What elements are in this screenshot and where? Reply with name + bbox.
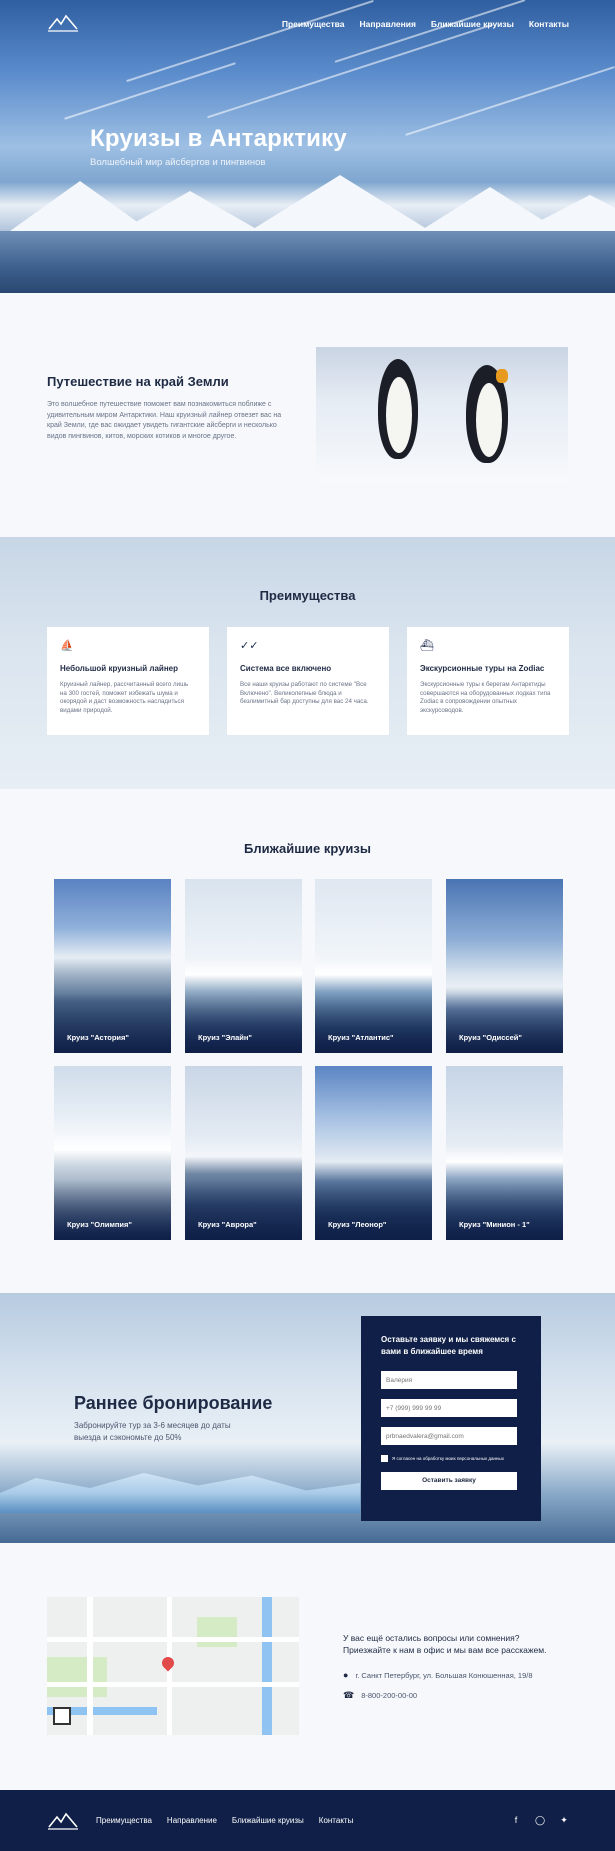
check-icon: ✓✓ (240, 640, 259, 652)
cruise-name: Круиз "Минион - 1" (459, 1220, 530, 1229)
advantage-card: ✓✓ Система все включено Все наши круизы … (227, 627, 389, 735)
map-pin-icon (159, 1654, 177, 1672)
qr-code-icon (53, 1707, 71, 1725)
name-input[interactable] (381, 1371, 517, 1389)
social-links: f ◯ ✦ (511, 1815, 569, 1826)
form-title: Оставьте заявку и мы свяжемся с вами в б… (381, 1335, 516, 1356)
cruise-card[interactable]: Круиз "Астория" (54, 879, 171, 1053)
cruise-card[interactable]: Круиз "Аврора" (185, 1066, 302, 1240)
footer-nav-cruises[interactable]: Ближайшие круизы (232, 1816, 304, 1825)
booking-section: Раннее бронирование Забронируйте тур за … (0, 1293, 615, 1543)
advantage-title: Система все включено (240, 664, 332, 673)
advantage-text: Круизный лайнер, рассчитанный всего лишь… (60, 681, 189, 714)
submit-button[interactable]: Оставить заявку (381, 1472, 517, 1490)
footer: Преимущества Направление Ближайшие круиз… (0, 1790, 615, 1851)
facebook-icon[interactable]: f (511, 1815, 521, 1826)
penguins-image (316, 347, 568, 482)
twitter-icon[interactable]: ✦ (559, 1815, 569, 1826)
cruise-card[interactable]: Круиз "Атлантис" (315, 879, 432, 1053)
nav-contacts[interactable]: Контакты (529, 19, 569, 29)
advantage-text: Все наши круизы работают по системе "Все… (240, 681, 369, 706)
instagram-icon[interactable]: ◯ (535, 1815, 545, 1826)
cruise-card[interactable]: Круиз "Элайн" (185, 879, 302, 1053)
intro-text: Это волшебное путешествие поможет вам по… (47, 401, 282, 440)
advantage-card: ⛴ Экскурсионные туры на Zodiac Экскурсио… (407, 627, 569, 735)
consent-row: Я согласен на обработку моих персональны… (381, 1455, 521, 1462)
cruise-name: Круиз "Элайн" (198, 1033, 252, 1042)
advantage-card: ⛵ Небольшой круизный лайнер Круизный лай… (47, 627, 209, 735)
cruise-name: Круиз "Астория" (67, 1033, 129, 1042)
advantage-text: Экскурсионные туры к берегам Антарктиды … (420, 681, 551, 714)
cruise-name: Круиз "Атлантис" (328, 1033, 394, 1042)
map[interactable] (47, 1597, 299, 1735)
footer-nav: Преимущества Направление Ближайшие круиз… (96, 1816, 353, 1825)
main-nav: Преимущества Направления Ближайшие круиз… (282, 19, 569, 29)
hero-title: Круизы в Антарктику (90, 125, 347, 152)
phone-row: ☎ 8-800-200-00-00 (343, 1690, 417, 1701)
footer-nav-contacts[interactable]: Контакты (319, 1816, 354, 1825)
cruise-name: Круиз "Аврора" (198, 1220, 257, 1229)
nav-advantages[interactable]: Преимущества (282, 19, 345, 29)
boat-icon: ⛴ (420, 640, 434, 652)
nav-cruises[interactable]: Ближайшие круизы (431, 19, 514, 29)
cruise-card[interactable]: Круиз "Леонор" (315, 1066, 432, 1240)
cruise-card[interactable]: Круиз "Олимпия" (54, 1066, 171, 1240)
address-text: г. Санкт Петербург, ул. Большая Конюшенн… (355, 1670, 533, 1680)
cruise-card[interactable]: Круиз "Минион - 1" (446, 1066, 563, 1240)
cruise-name: Круиз "Леонор" (328, 1220, 387, 1229)
cruises-title: Ближайшие круизы (244, 841, 371, 856)
address-row: ● г. Санкт Петербург, ул. Большая Конюше… (343, 1670, 533, 1680)
location-pin-icon: ● (343, 1670, 349, 1680)
logo-icon[interactable] (48, 14, 78, 32)
phone-icon: ☎ (343, 1690, 355, 1700)
footer-nav-directions[interactable]: Направление (167, 1816, 217, 1825)
advantages-title: Преимущества (259, 588, 356, 603)
consent-checkbox[interactable] (381, 1455, 388, 1462)
hero-subtitle: Волшебный мир айсбергов и пингвинов (90, 157, 266, 168)
email-input[interactable] (381, 1427, 517, 1445)
footer-nav-advantages[interactable]: Преимущества (96, 1816, 152, 1825)
advantage-title: Небольшой круизный лайнер (60, 664, 178, 673)
cruise-name: Круиз "Одиссей" (459, 1033, 522, 1042)
hero-section: Преимущества Направления Ближайшие круиз… (0, 0, 615, 293)
phone-text[interactable]: 8-800-200-00-00 (361, 1691, 417, 1700)
contacts-question: У вас ещё остались вопросы или сомнения?… (343, 1633, 547, 1655)
cruise-card[interactable]: Круиз "Одиссей" (446, 879, 563, 1053)
booking-form: Оставьте заявку и мы свяжемся с вами в б… (361, 1316, 541, 1521)
cruise-name: Круиз "Олимпия" (67, 1220, 132, 1229)
advantages-section: Преимущества ⛵ Небольшой круизный лайнер… (0, 537, 615, 789)
booking-subtitle: Забронируйте тур за 3-6 месяцев до даты … (74, 1421, 231, 1442)
phone-input[interactable] (381, 1399, 517, 1417)
logo-icon[interactable] (48, 1812, 78, 1830)
nav-directions[interactable]: Направления (360, 19, 416, 29)
consent-label: Я согласен на обработку моих персональны… (392, 1456, 504, 1461)
ship-icon: ⛵ (60, 640, 74, 652)
advantage-title: Экскурсионные туры на Zodiac (420, 664, 545, 673)
intro-title: Путешествие на край Земли (47, 374, 229, 389)
booking-title: Раннее бронирование (74, 1393, 273, 1413)
